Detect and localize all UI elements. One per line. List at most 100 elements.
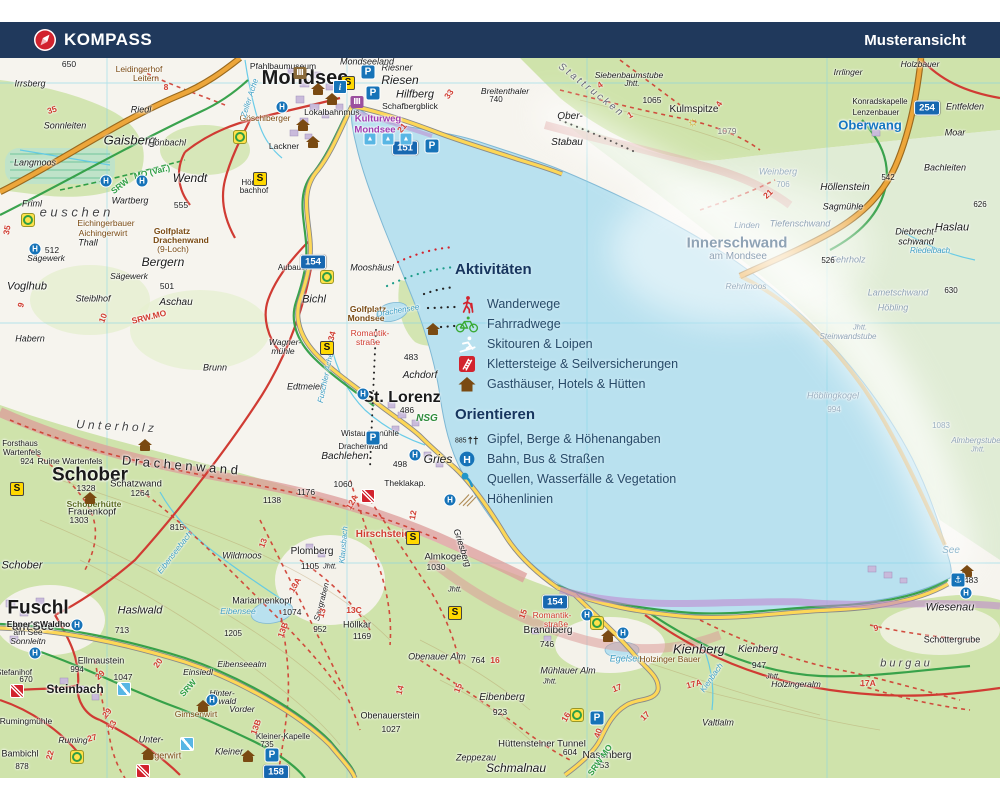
bus-stop-icon: H <box>357 388 370 401</box>
boating-icon: ▲ <box>400 133 413 146</box>
legend-orientation-title: Orientieren <box>455 406 676 423</box>
legend-activity-item: Klettersteige & Seilversicherungen <box>455 354 678 374</box>
parking-icon: P <box>361 65 376 80</box>
header-bar: KOMPASS Musteransicht <box>0 22 1000 58</box>
bus-stop-icon: H <box>276 101 289 114</box>
bus-stop-icon: H <box>136 175 149 188</box>
boating-icon: ▲ <box>382 133 395 146</box>
leisure-icon <box>570 708 584 722</box>
hut-icon <box>603 636 613 642</box>
leisure-icon <box>233 130 247 144</box>
svg-text:885: 885 <box>455 437 467 444</box>
leisure-icon <box>590 616 604 630</box>
trail-number: 9 <box>873 623 879 632</box>
bus-stop-icon: H <box>960 587 973 600</box>
bike-icon <box>455 316 479 333</box>
legend-activity-label: Klettersteige & Seilversicherungen <box>487 357 678 371</box>
hut-icon <box>143 754 153 760</box>
hut-icon <box>308 142 318 148</box>
kompass-sample-page: KOMPASS Musteransicht <box>0 0 1000 800</box>
legend-activity-item: Fahrradwege <box>455 314 678 334</box>
parking-icon: P <box>366 86 381 101</box>
trail-number: 22 <box>45 749 56 760</box>
trail-number: 16 <box>490 656 499 665</box>
bus-stop-icon: H <box>29 647 42 660</box>
legend-activity-label: Wanderwege <box>487 297 560 311</box>
legend-activity-item: Wanderwege <box>455 294 678 314</box>
hut-icon <box>428 329 438 335</box>
parking-icon: P <box>265 748 280 763</box>
legend-activity-label: Gasthäuser, Hotels & Hütten <box>487 377 645 391</box>
ski-icon <box>180 737 194 751</box>
museum-icon: Ⅲ <box>294 67 307 79</box>
hut-icon <box>140 445 150 451</box>
trail-number: 14 <box>395 684 406 695</box>
ski-icon <box>117 682 131 696</box>
legend-activity-item: Gasthäuser, Hotels & Hütten <box>455 374 678 394</box>
legend-orientation: Orientieren 885 Gipfel, Berge & Höhenanga… <box>455 406 676 509</box>
leisure-icon <box>70 750 84 764</box>
trail-number: 13C <box>346 606 362 615</box>
hut-icon <box>85 498 95 504</box>
legend-orientation-item: 885 Gipfel, Berge & Höhenangaben <box>455 429 676 449</box>
hut-icon <box>198 706 208 712</box>
sample-view-label: Musteransicht <box>864 32 966 49</box>
trail-number: 27 <box>86 733 97 744</box>
road-shield: 158 <box>263 765 289 779</box>
ferrata-icon <box>455 356 479 372</box>
legend-activity-label: Skitouren & Loipen <box>487 337 593 351</box>
legend-orientation-label: Bahn, Bus & Straßen <box>487 452 604 466</box>
legend-orientation-item: Höhenlinien <box>455 489 676 509</box>
bus-s-icon: S <box>448 606 462 620</box>
hut-icon <box>298 125 308 131</box>
hut-icon <box>243 756 253 762</box>
bus-stop-icon: H <box>71 619 84 632</box>
trail-number: 17A <box>860 679 876 688</box>
legend-activities-title: Aktivitäten <box>455 261 678 278</box>
parking-icon: P <box>425 139 440 154</box>
boating-icon: ▲ <box>364 133 377 146</box>
kompass-logo-icon <box>34 29 56 51</box>
legend-orientation-item: H Bahn, Bus & Straßen <box>455 449 676 469</box>
trail-number: 35 <box>2 225 12 236</box>
kompass-brand: KOMPASS <box>34 29 152 51</box>
hut-icon <box>455 376 479 392</box>
parking-icon: P <box>366 431 381 446</box>
trail-number: 12 <box>408 510 418 521</box>
leisure-icon <box>21 213 35 227</box>
via-ferrata-icon <box>10 684 24 698</box>
culture-icon: Ⅲ <box>351 96 364 108</box>
bus-stop-icon: H <box>100 175 113 188</box>
bus-s-icon: S <box>320 341 334 355</box>
hiker-icon <box>455 295 479 314</box>
bus-s-icon: S <box>406 531 420 545</box>
harbor-icon: ⚓ <box>951 573 966 588</box>
legend-orientation-item: Quellen, Wasserfälle & Vegetation <box>455 469 676 489</box>
legend-orientation-label: Höhenlinien <box>487 492 553 506</box>
via-ferrata-icon <box>361 489 375 503</box>
info-icon: i <box>333 80 347 94</box>
road-shield: 154 <box>542 595 568 610</box>
bus-icon: H <box>455 451 479 467</box>
bottom-margin <box>0 778 1000 800</box>
leisure-icon <box>320 270 334 284</box>
hut-icon <box>313 89 323 95</box>
map-canvas[interactable]: Aktivitäten Wanderwege Fahrradwege Skitour… <box>0 58 1000 778</box>
ski-icon <box>455 335 479 354</box>
road-shield: 154 <box>300 255 326 270</box>
contour-icon <box>455 492 479 507</box>
bus-s-icon: S <box>253 172 267 186</box>
legend-orientation-label: Gipfel, Berge & Höhenangaben <box>487 432 661 446</box>
bus-stop-icon: H <box>617 627 630 640</box>
bus-s-icon: S <box>10 482 24 496</box>
summit-icon: 885 <box>455 432 479 447</box>
legend-activity-item: Skitouren & Loipen <box>455 334 678 354</box>
legend-activities: Aktivitäten Wanderwege Fahrradwege Skitour… <box>455 261 678 394</box>
hut-icon <box>327 99 337 105</box>
bus-stop-icon: H <box>29 243 42 256</box>
bus-stop-icon: H <box>409 449 422 462</box>
trail-number: 8 <box>164 83 169 92</box>
parking-icon: P <box>590 711 605 726</box>
spring-icon <box>455 471 479 488</box>
svg-text:H: H <box>463 454 471 466</box>
